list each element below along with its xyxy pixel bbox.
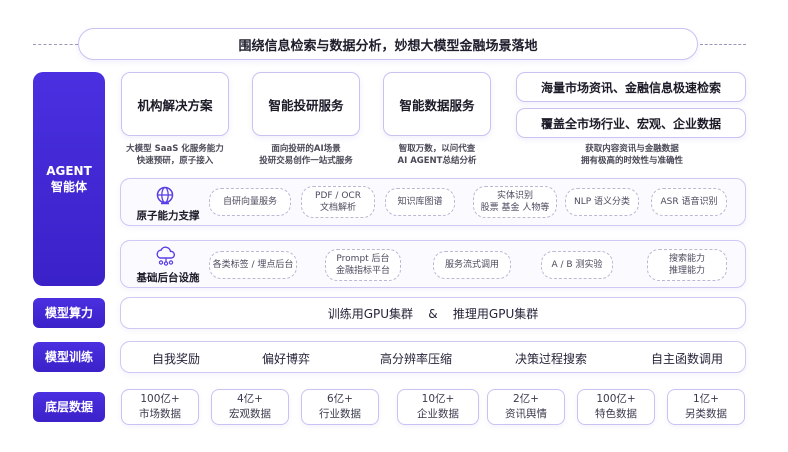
data-value: 2亿+ (513, 393, 539, 406)
caption-line: 投研交易创作一站式服务 (259, 155, 353, 166)
data-name: 行业数据 (319, 408, 361, 420)
chip-tag-tracking[interactable]: 各类标签 / 埋点后台 (209, 251, 297, 279)
data-value: 4亿+ (237, 393, 263, 406)
service-title: 智能投研服务 (268, 97, 344, 113)
data-value: 100亿+ (140, 393, 180, 406)
chip-stream-calling[interactable]: 服务流式调用 (433, 251, 511, 279)
data-value: 10亿+ (421, 393, 455, 406)
compute-panel: 训练用GPU集群 & 推理用GPU集群 (120, 297, 746, 329)
training-item: 高分辨率压缩 (379, 352, 452, 366)
data-value: 1亿+ (693, 393, 719, 406)
left-dashed-line (33, 44, 78, 45)
caption-line: 大模型 SaaS 化服务能力 (126, 144, 224, 154)
atomic-label: 原子能力支撑 (136, 210, 200, 222)
data-value: 100亿+ (596, 393, 636, 406)
data-name: 另类数据 (685, 408, 727, 420)
banner-title: 围绕信息检索与数据分析，妙想大模型金融场景落地 (78, 28, 698, 60)
chip-pdf-ocr[interactable]: PDF / OCR 文档解析 (301, 186, 375, 218)
globe-icon (155, 185, 175, 205)
service-card-institution[interactable]: 机构解决方案 (121, 72, 229, 136)
chip-ab-testing[interactable]: A / B 测实验 (541, 251, 613, 279)
data-card-industry[interactable]: 6亿+ 行业数据 (301, 389, 379, 425)
agent-label: AGENT 智能体 (33, 72, 105, 286)
cloud-network-icon (155, 246, 177, 266)
chip-asr[interactable]: ASR 语音识别 (651, 188, 727, 216)
chip-prompt-backend[interactable]: Prompt 后台 金融指标平台 (325, 249, 401, 281)
data-name: 市场数据 (139, 408, 181, 420)
service-caption-data: 智取万数，以问代查 AI AGENT总结分析 (374, 144, 500, 168)
service-title: 机构解决方案 (137, 97, 213, 113)
caption-line: 拥有极高的时效性与准确性 (580, 155, 683, 166)
chip-vector-service[interactable]: 自研向量服务 (209, 188, 291, 216)
training-item: 自主函数调用 (650, 352, 723, 366)
backend-infra-panel: 基础后台设施 各类标签 / 埋点后台 Prompt 后台 金融指标平台 服务流式… (120, 240, 746, 288)
agent-label-line1: AGENT (46, 163, 92, 178)
service-caption-institution: 大模型 SaaS 化服务能力 快速预研，原子接入 (112, 144, 238, 168)
service-title: 智能数据服务 (399, 97, 475, 113)
training-item: 自我奖励 (151, 352, 200, 366)
service-caption-research: 面向投研的AI场景 投研交易创作一站式服务 (243, 144, 369, 168)
service-card-data[interactable]: 智能数据服务 (383, 72, 491, 136)
training-item: 偏好博弈 (261, 352, 310, 366)
data-card-featured[interactable]: 100亿+ 特色数据 (577, 389, 655, 425)
atomic-capability-panel: 原子能力支撑 自研向量服务 PDF / OCR 文档解析 知识库图谱 实体识别 … (120, 178, 746, 226)
search-item: 海量市场资讯、金融信息极速检索 (540, 80, 721, 95)
data-card-alternative[interactable]: 1亿+ 另类数据 (667, 389, 745, 425)
training-item: 决策过程搜索 (514, 352, 587, 366)
service-card-research[interactable]: 智能投研服务 (252, 72, 360, 136)
training-panel: 自我奖励 偏好博弈 高分辨率压缩 决策过程搜索 自主函数调用 (120, 341, 746, 373)
agent-label-line2: 智能体 (50, 180, 87, 194)
data-card-macro[interactable]: 4亿+ 宏观数据 (211, 389, 289, 425)
search-item: 覆盖全市场行业、宏观、企业数据 (540, 116, 721, 131)
data-name: 特色数据 (595, 408, 637, 420)
data-card-market[interactable]: 100亿+ 市场数据 (121, 389, 199, 425)
data-name: 宏观数据 (229, 408, 271, 420)
chip-search-reasoning[interactable]: 搜索能力 推理能力 (647, 249, 727, 281)
training-label: 模型训练 (33, 342, 105, 372)
caption-line: 面向投研的AI场景 (271, 144, 341, 154)
data-label: 底层数据 (33, 392, 105, 422)
data-value: 6亿+ (327, 393, 353, 406)
data-name: 企业数据 (417, 408, 459, 420)
caption-line: 快速预研，原子接入 (136, 155, 214, 166)
right-dashed-line (700, 44, 746, 45)
backend-label: 基础后台设施 (136, 272, 200, 284)
chip-entity-recognition[interactable]: 实体识别 股票 基金 人物等 (473, 186, 557, 218)
data-card-news[interactable]: 2亿+ 资讯舆情 (487, 389, 565, 425)
data-card-enterprise[interactable]: 10亿+ 企业数据 (397, 389, 479, 425)
chip-knowledge-graph[interactable]: 知识库图谱 (385, 188, 455, 216)
data-name: 资讯舆情 (505, 408, 547, 420)
caption-line: AI AGENT总结分析 (397, 155, 477, 166)
search-card-2[interactable]: 覆盖全市场行业、宏观、企业数据 (516, 108, 746, 138)
compute-text: 训练用GPU集群 & 推理用GPU集群 (327, 306, 539, 321)
compute-label: 模型算力 (33, 298, 105, 328)
caption-line: 智取万数，以问代查 (398, 144, 476, 154)
search-caption: 获取内容资讯与金融数据 拥有极高的时效性与准确性 (560, 144, 704, 168)
caption-line: 获取内容资讯与金融数据 (585, 144, 679, 154)
chip-nlp-classification[interactable]: NLP 语义分类 (565, 188, 639, 216)
search-card-1[interactable]: 海量市场资讯、金融信息极速检索 (516, 72, 746, 102)
